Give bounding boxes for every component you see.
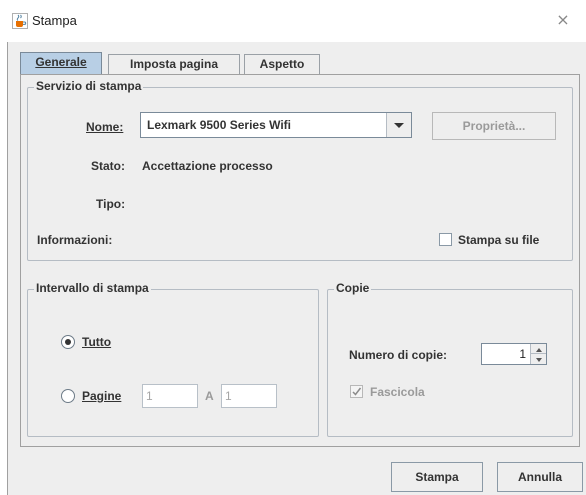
- info-label: Informazioni:: [37, 233, 113, 247]
- all-pages-label[interactable]: Tutto: [82, 335, 111, 349]
- print-to-file-label[interactable]: Stampa su file: [458, 233, 539, 247]
- printer-select[interactable]: Lexmark 9500 Series Wifi: [140, 112, 412, 138]
- triangle-down-icon: [536, 358, 542, 362]
- tab-panel-generale: Servizio di stampa Nome: Lexmark 9500 Se…: [20, 74, 580, 447]
- all-pages-radio[interactable]: [61, 335, 75, 349]
- name-label: Nome:: [86, 120, 124, 134]
- print-range-title: Intervallo di stampa: [34, 281, 151, 295]
- page-range-label[interactable]: Pagine: [82, 389, 121, 403]
- dialog-body: Generale Imposta pagina Aspetto Servizio…: [7, 42, 586, 495]
- print-button[interactable]: Stampa: [391, 462, 483, 492]
- print-service-group: Servizio di stampa Nome: Lexmark 9500 Se…: [27, 79, 573, 261]
- page-to-field[interactable]: 1: [221, 384, 277, 408]
- page-from-field[interactable]: 1: [142, 384, 198, 408]
- collate-checkbox[interactable]: [350, 385, 363, 398]
- copies-group: Copie Numero di copie: 1 Fascicola: [327, 281, 573, 437]
- copies-title: Copie: [334, 281, 372, 295]
- page-range-radio[interactable]: [61, 389, 75, 403]
- print-to-file-checkbox[interactable]: [439, 233, 452, 246]
- spin-up-button[interactable]: [530, 344, 546, 354]
- check-mark-icon: [352, 387, 362, 396]
- print-service-title: Servizio di stampa: [34, 79, 144, 93]
- dropdown-arrow[interactable]: [386, 113, 411, 137]
- copies-spinner[interactable]: 1: [481, 343, 547, 365]
- status-value: Accettazione processo: [142, 159, 273, 173]
- printer-select-value: Lexmark 9500 Series Wifi: [147, 118, 291, 132]
- tab-generale[interactable]: Generale: [20, 52, 102, 75]
- status-label: Stato:: [91, 159, 125, 173]
- tab-label: Aspetto: [259, 57, 305, 71]
- type-label: Tipo:: [96, 197, 126, 211]
- properties-button[interactable]: Proprietà...: [432, 112, 556, 140]
- title-bar: Stampa ×: [0, 0, 586, 42]
- java-coffee-cup-icon: [12, 13, 28, 29]
- close-icon[interactable]: ×: [553, 10, 573, 30]
- copies-count-label: Numero di copie:: [349, 348, 448, 362]
- tab-imposta-pagina[interactable]: Imposta pagina: [108, 54, 240, 74]
- page-to-label: A: [205, 389, 214, 403]
- print-range-group: Intervallo di stampa Tutto Pagine 1 A 1: [27, 281, 319, 437]
- tab-label: Generale: [35, 55, 87, 69]
- collate-label: Fascicola: [370, 385, 425, 399]
- triangle-down-icon: [394, 123, 404, 128]
- tab-label: Imposta pagina: [129, 57, 218, 71]
- radio-selected-dot: [65, 339, 71, 345]
- tab-aspetto[interactable]: Aspetto: [244, 54, 320, 74]
- window-title: Stampa: [32, 13, 77, 28]
- copies-count-value: 1: [519, 347, 526, 361]
- cancel-button[interactable]: Annulla: [497, 462, 583, 492]
- spin-down-button[interactable]: [530, 354, 546, 364]
